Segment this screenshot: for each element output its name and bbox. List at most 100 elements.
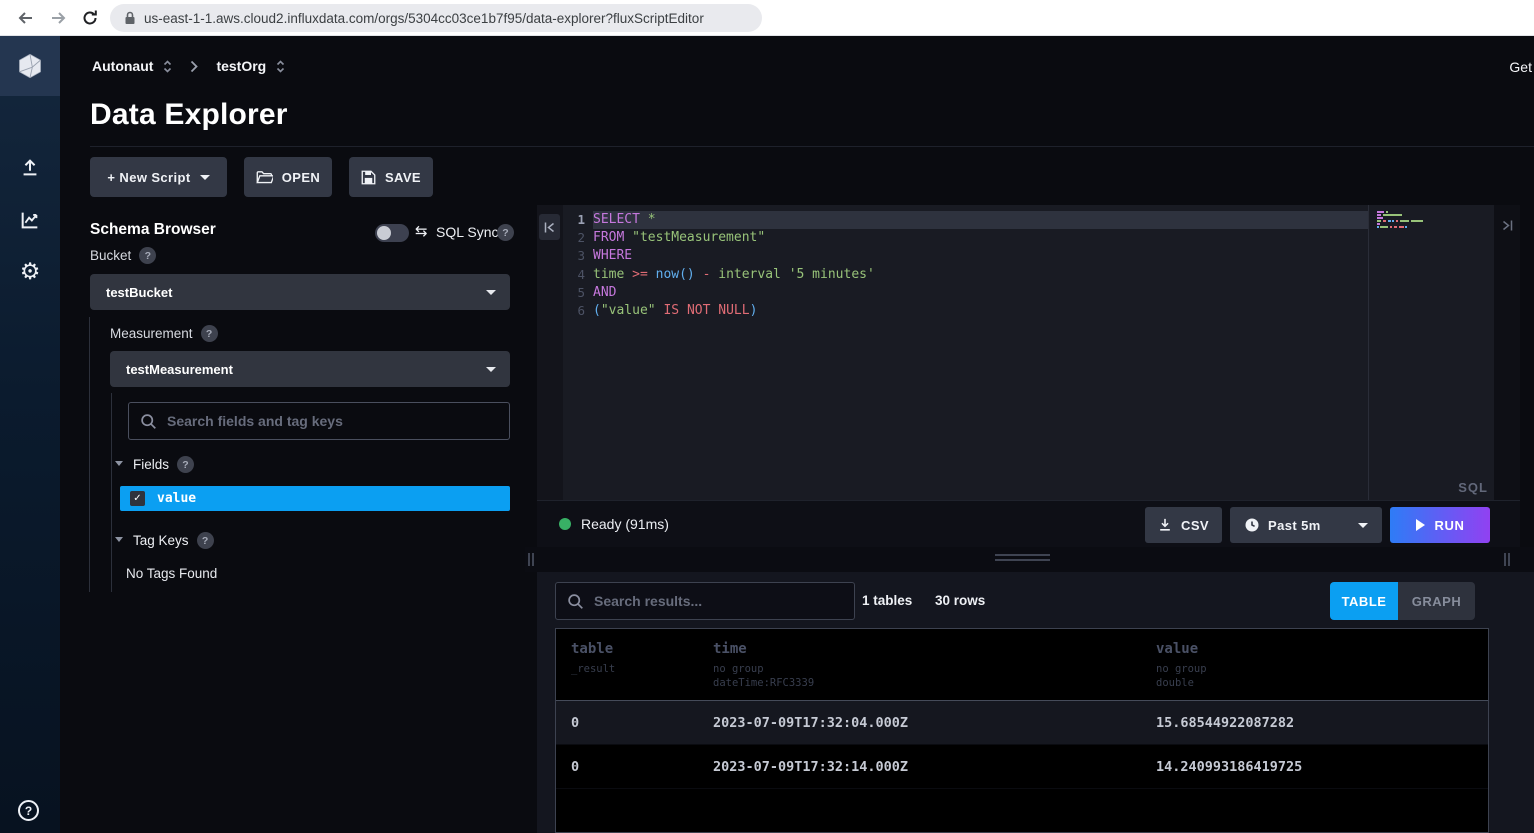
run-button[interactable]: RUN (1390, 507, 1490, 543)
fields-collapse-icon[interactable] (115, 461, 123, 466)
clock-icon (1245, 518, 1259, 532)
table-row: 02023-07-09T17:32:04.000Z15.685449220872… (556, 701, 1488, 745)
line-number: 3 (563, 247, 585, 265)
editor-divider (1368, 205, 1369, 500)
data-explorer-icon[interactable] (0, 200, 60, 240)
schema-browser-title: Schema Browser (90, 221, 216, 239)
line-number: 2 (563, 229, 585, 247)
rows-count: 30 rows (935, 593, 985, 608)
splitter-left-grip[interactable] (528, 553, 536, 566)
expand-right-panel-icon[interactable] (1498, 215, 1516, 235)
sql-sync-toggle[interactable] (375, 224, 409, 242)
editor-minimap[interactable] (1377, 211, 1423, 229)
schema-search-input[interactable] (167, 413, 498, 429)
time-range-dropdown[interactable]: Past 5m (1230, 507, 1382, 543)
topnav-right-text[interactable]: Get (1509, 59, 1532, 75)
query-status-bar: Ready (91ms) CSV Past 5m RUN (537, 500, 1520, 547)
column-header: timeno groupdateTime:RFC3339 (713, 641, 1156, 690)
sql-sync-help-icon[interactable]: ? (497, 224, 514, 241)
schema-search[interactable] (128, 402, 510, 440)
back-icon[interactable] (14, 6, 38, 30)
results-search[interactable] (555, 582, 855, 620)
editor-dialect-label: SQL (1458, 480, 1488, 495)
measurement-dropdown[interactable]: testMeasurement (110, 351, 510, 387)
load-data-icon[interactable] (0, 148, 60, 188)
editor-right-strip (1494, 205, 1520, 500)
influxdb-logo[interactable] (0, 36, 60, 96)
results-table-header: table_resulttimeno groupdateTime:RFC3339… (556, 629, 1488, 701)
line-number: 1 (563, 211, 585, 229)
chevron-down-icon (486, 290, 496, 295)
line-number: 6 (563, 302, 585, 320)
line-number: 4 (563, 266, 585, 284)
measurement-label: Measurement ? (110, 325, 218, 342)
chevron-down-icon (486, 367, 496, 372)
schema-browser-panel: Schema Browser ⇆ SQL Sync ? Bucket ? tes… (60, 205, 525, 833)
fields-help-icon[interactable]: ? (177, 456, 194, 473)
url-text: us-east-1-1.aws.cloud2.influxdata.com/or… (144, 11, 704, 26)
tag-keys-collapse-icon[interactable] (115, 537, 123, 542)
line-numbers: 123456 (563, 211, 585, 320)
checkbox-checked-icon[interactable]: ✓ (130, 491, 145, 506)
code-lines[interactable]: SELECT *FROM "testMeasurement"WHEREtime … (593, 211, 1368, 320)
tab-table[interactable]: TABLE (1330, 582, 1398, 620)
nav-sidebar: ⚙ ? (0, 36, 60, 833)
download-icon (1158, 518, 1172, 532)
sync-icon: ⇆ (415, 222, 428, 240)
settings-gear-icon[interactable]: ⚙ (0, 252, 60, 292)
splitter-right-grip[interactable] (1504, 553, 1512, 566)
indent-guide (89, 317, 90, 592)
tab-graph[interactable]: GRAPH (1398, 582, 1475, 620)
code-line: WHERE (593, 247, 1368, 265)
org-updown-icon[interactable] (163, 59, 172, 74)
status-dot-icon (559, 518, 571, 530)
title-divider (90, 146, 1534, 147)
results-table-body: 02023-07-09T17:32:04.000Z15.685449220872… (556, 701, 1488, 789)
field-item-label: value (157, 491, 196, 506)
address-bar[interactable]: us-east-1-1.aws.cloud2.influxdata.com/or… (110, 4, 762, 32)
view-tabs: TABLE GRAPH (1330, 582, 1475, 620)
lock-icon (124, 11, 136, 25)
editor-gutter (537, 205, 563, 500)
indent-guide (111, 393, 112, 592)
column-header: table_result (571, 641, 713, 690)
results-table: table_resulttimeno groupdateTime:RFC3339… (555, 628, 1489, 833)
project-switcher[interactable]: testOrg (216, 58, 266, 74)
bucket-help-icon[interactable]: ? (139, 247, 156, 264)
line-number: 5 (563, 284, 585, 302)
project-updown-icon[interactable] (276, 59, 285, 74)
collapse-left-panel-icon[interactable] (539, 214, 560, 240)
new-script-button[interactable]: + New Script (90, 157, 227, 197)
open-button[interactable]: OPEN (244, 157, 332, 197)
splitter-drag-handle[interactable] (995, 554, 1050, 564)
save-button[interactable]: SAVE (349, 157, 433, 197)
csv-download-button[interactable]: CSV (1145, 507, 1222, 543)
forward-icon[interactable] (46, 6, 70, 30)
tag-keys-label: Tag Keys ? (133, 532, 214, 549)
play-icon (1416, 519, 1425, 531)
chevron-down-icon (200, 175, 210, 180)
sql-sync-label: SQL Sync (436, 224, 499, 240)
reload-icon[interactable] (78, 6, 102, 30)
browser-chrome: us-east-1-1.aws.cloud2.influxdata.com/or… (0, 0, 1534, 36)
save-disk-icon (361, 170, 376, 185)
table-row: 02023-07-09T17:32:14.000Z14.240993186419… (556, 745, 1488, 789)
panel-splitter[interactable] (525, 547, 1534, 572)
help-icon[interactable]: ? (18, 800, 39, 821)
tag-keys-help-icon[interactable]: ? (197, 532, 214, 549)
code-line: AND (593, 284, 1368, 302)
code-line: time >= now() - interval '5 minutes' (593, 266, 1368, 284)
bucket-dropdown[interactable]: testBucket (90, 274, 510, 310)
chevron-down-icon (1358, 523, 1368, 528)
org-switcher[interactable]: Autonaut (92, 58, 153, 74)
breadcrumb: Autonaut testOrg (92, 58, 285, 74)
tables-count: 1 tables (862, 593, 912, 608)
breadcrumb-separator-icon (190, 60, 198, 73)
column-header: valueno groupdouble (1156, 641, 1488, 690)
measurement-help-icon[interactable]: ? (201, 325, 218, 342)
bucket-label: Bucket ? (90, 247, 156, 264)
results-search-input[interactable] (594, 593, 843, 609)
fields-label: Fields ? (133, 456, 194, 473)
sql-editor[interactable]: 123456 SELECT *FROM "testMeasurement"WHE… (537, 205, 1520, 500)
field-item-value[interactable]: ✓ value (120, 486, 510, 511)
